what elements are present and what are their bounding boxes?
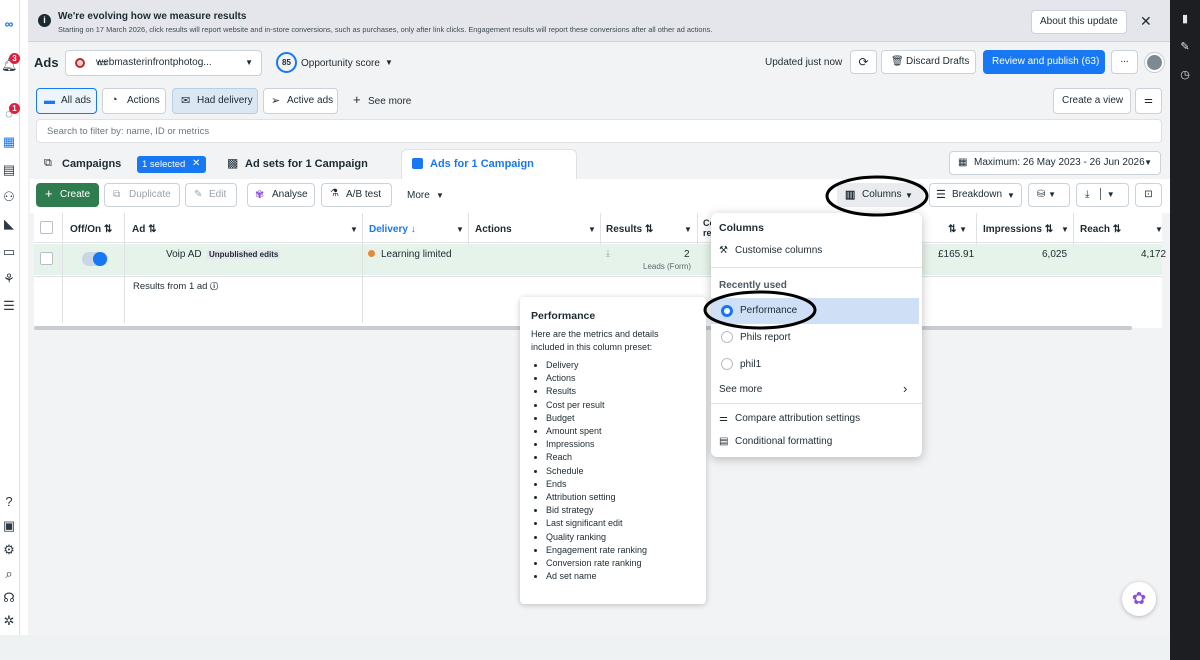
annotation-circle-columns	[825, 175, 929, 217]
ai-assistant-button[interactable]: ✿	[1122, 582, 1156, 616]
annotation-circle-performance	[703, 290, 817, 330]
annotation-overlay	[703, 175, 929, 330]
bottom-strip	[0, 635, 1170, 660]
